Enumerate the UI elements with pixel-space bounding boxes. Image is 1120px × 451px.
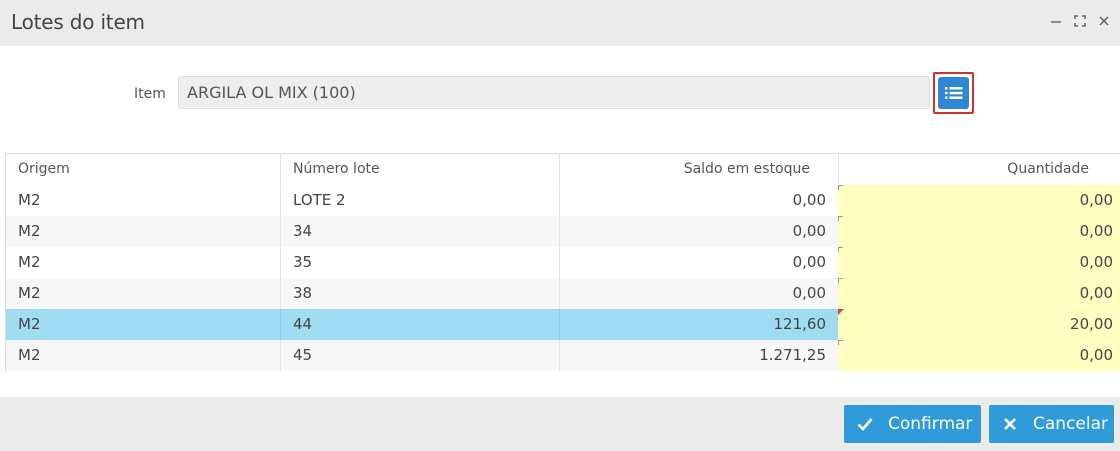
table-row[interactable]: M2 38 0,00 0,00 — [6, 278, 1120, 309]
list-button-highlight — [933, 72, 974, 114]
cell-quantidade[interactable]: 0,00 — [838, 247, 1120, 278]
editable-cell-marker — [838, 247, 843, 252]
window-controls — [1048, 12, 1112, 30]
dialog-footer: Confirmar Cancelar — [0, 397, 1120, 451]
cell-origem: M2 — [6, 216, 281, 247]
cell-saldo: 1.271,25 — [759, 346, 826, 364]
cancel-button-label: Cancelar — [1033, 414, 1108, 434]
cell-quantidade-value: 0,00 — [1079, 191, 1113, 209]
item-field-row: Item — [0, 72, 1120, 114]
minimize-icon[interactable] — [1048, 12, 1064, 30]
close-icon[interactable] — [1096, 12, 1112, 30]
cell-saldo: 0,00 — [792, 191, 826, 209]
item-input[interactable] — [178, 76, 930, 109]
maximize-icon[interactable] — [1072, 12, 1088, 30]
table-row[interactable]: M2 34 0,00 0,00 — [6, 216, 1120, 247]
check-icon — [857, 418, 873, 431]
column-header-saldo[interactable]: Saldo em estoque — [560, 154, 838, 184]
cell-numero-lote: 44 — [281, 309, 560, 340]
lots-grid: Origem Número lote Saldo em estoque Quan… — [5, 153, 1120, 372]
column-header-quantidade[interactable]: Quantidade — [838, 154, 1120, 184]
cell-numero-lote: 38 — [281, 278, 560, 309]
cell-numero-lote: 34 — [281, 216, 560, 247]
cell-origem: M2 — [6, 309, 281, 340]
item-label: Item — [134, 86, 166, 102]
dialog-title: Lotes do item — [11, 10, 145, 34]
cell-quantidade-value: 0,00 — [1079, 222, 1113, 240]
cell-quantidade[interactable]: 0,00 — [838, 278, 1120, 309]
cell-quantidade[interactable]: 0,00 — [838, 216, 1120, 247]
cell-origem: M2 — [6, 247, 281, 278]
editable-cell-marker — [838, 278, 843, 283]
table-row[interactable]: M2 LOTE 2 0,00 0,00 — [6, 185, 1120, 216]
cell-quantidade-value: 0,00 — [1079, 253, 1113, 271]
column-header-numero-lote[interactable]: Número lote — [281, 154, 560, 184]
grid-header: Origem Número lote Saldo em estoque Quan… — [6, 154, 1120, 185]
cell-saldo: 0,00 — [792, 222, 826, 240]
list-icon — [945, 87, 963, 99]
cell-quantidade[interactable]: 0,00 — [838, 185, 1120, 216]
confirm-button-label: Confirmar — [888, 414, 973, 434]
cell-quantidade[interactable]: 20,00 — [838, 309, 1120, 340]
cell-numero-lote: 35 — [281, 247, 560, 278]
editable-cell-marker — [838, 216, 843, 221]
cell-numero-lote: 45 — [281, 340, 560, 371]
dialog-titlebar: Lotes do item — [0, 0, 1120, 46]
cell-saldo: 121,60 — [773, 315, 827, 333]
cell-origem: M2 — [6, 185, 281, 216]
column-header-origem[interactable]: Origem — [6, 154, 281, 184]
confirm-button[interactable]: Confirmar — [844, 405, 981, 443]
table-row[interactable]: M2 35 0,00 0,00 — [6, 247, 1120, 278]
cell-numero-lote: LOTE 2 — [281, 185, 560, 216]
cell-quantidade-value: 20,00 — [1070, 315, 1113, 333]
cell-saldo: 0,00 — [792, 284, 826, 302]
edited-cell-marker — [838, 309, 844, 315]
close-icon — [1004, 418, 1016, 430]
cell-origem: M2 — [6, 340, 281, 371]
item-list-button[interactable] — [938, 77, 969, 109]
cell-quantidade-value: 0,00 — [1079, 284, 1113, 302]
table-row[interactable]: M2 44 121,60 20,00 — [6, 309, 1120, 340]
editable-cell-marker — [838, 340, 843, 345]
table-row[interactable]: M2 45 1.271,25 0,00 — [6, 340, 1120, 371]
cell-quantidade[interactable]: 0,00 — [838, 340, 1120, 371]
cell-quantidade-value: 0,00 — [1079, 346, 1113, 364]
grid-body: M2 LOTE 2 0,00 0,00 M2 34 0,00 0,00 M2 35 0,00 0,00… — [6, 185, 1120, 371]
cancel-button[interactable]: Cancelar — [989, 405, 1114, 443]
editable-cell-marker — [838, 185, 843, 190]
cell-saldo: 0,00 — [792, 253, 826, 271]
cell-origem: M2 — [6, 278, 281, 309]
